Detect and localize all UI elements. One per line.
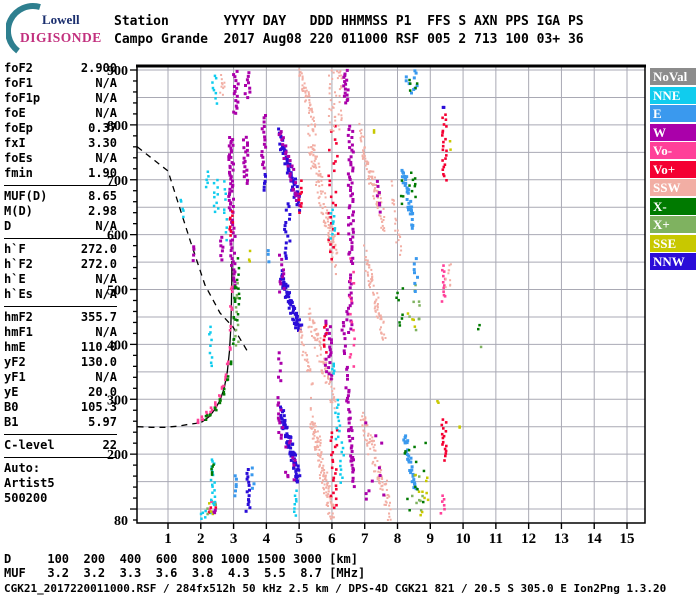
- svg-text:9: 9: [427, 531, 435, 547]
- svg-text:80: 80: [114, 514, 128, 529]
- legend-item-e: E: [650, 105, 696, 122]
- svg-text:7: 7: [361, 531, 369, 547]
- svg-text:200: 200: [107, 448, 128, 463]
- svg-text:15: 15: [620, 531, 635, 547]
- svg-text:3: 3: [230, 531, 238, 547]
- legend-item-nne: NNE: [650, 86, 696, 104]
- svg-text:700: 700: [107, 174, 128, 189]
- legend-item-x: X+: [650, 216, 696, 233]
- svg-text:800: 800: [107, 119, 128, 134]
- ionogram-plot: 900800700600500400300200801 2 3 4 5 6 7 8 9 10 11 1…: [107, 64, 646, 547]
- svg-text:8: 8: [394, 531, 402, 547]
- legend-item-vo: Vo-: [650, 142, 696, 159]
- legend-item-w: W: [650, 123, 696, 141]
- svg-text:12: 12: [521, 531, 536, 547]
- svg-text:300: 300: [107, 393, 128, 408]
- muf-row: MUF 3.2 3.2 3.3 3.6 3.8 4.3 5.5 8.7 [MHz…: [4, 566, 366, 580]
- svg-text:13: 13: [554, 531, 569, 547]
- svg-text:2: 2: [197, 531, 205, 547]
- distance-row: D 100 200 400 600 800 1000 1500 3000 [km…: [4, 552, 359, 566]
- svg-text:1: 1: [164, 531, 172, 547]
- svg-text:11: 11: [489, 531, 503, 547]
- svg-text:14: 14: [587, 531, 603, 547]
- legend-item-noval: NoVal: [650, 68, 696, 85]
- svg-text:6: 6: [328, 531, 336, 547]
- svg-text:5: 5: [295, 531, 303, 547]
- svg-text:900: 900: [107, 64, 128, 79]
- legend-item-ssw: SSW: [650, 179, 696, 196]
- svg-text:400: 400: [107, 338, 128, 353]
- velocity-direction-legend: NoVal NNE E W Vo- Vo+ SSW X- X+ SSE NNW: [650, 68, 697, 272]
- file-info-line: CGK21_2017220011000.RSF / 284fx512h 50 k…: [4, 582, 667, 595]
- svg-text:600: 600: [107, 229, 128, 244]
- legend-item-vo: Vo+: [650, 160, 696, 178]
- ionogram-page: Lowell DIGISONDE Station YYYY DAY DDD HH…: [0, 0, 700, 600]
- svg-text:500: 500: [107, 284, 128, 299]
- svg-text:4: 4: [263, 531, 271, 547]
- legend-item-sse: SSE: [650, 234, 696, 252]
- legend-item-x: X-: [650, 197, 696, 215]
- svg-text:10: 10: [456, 531, 471, 547]
- legend-item-nnw: NNW: [650, 253, 696, 270]
